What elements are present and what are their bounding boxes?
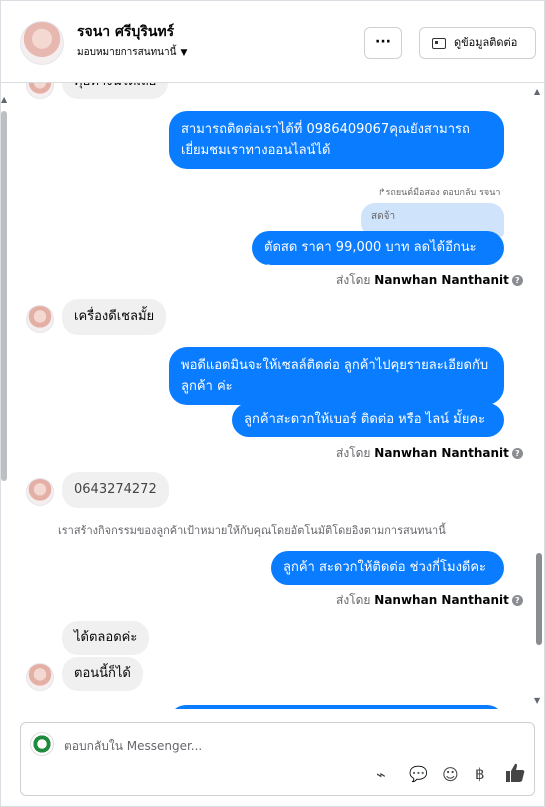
contact-avatar-small: [26, 305, 54, 333]
message-outgoing[interactable]: ลูกค้าสะดวกให้เบอร์ ติดต่อ หรือ ไลน์ มั้…: [232, 403, 504, 437]
contact-name[interactable]: รจนา ศรีบุรินทร์: [77, 21, 174, 43]
contact-card-icon: [432, 38, 446, 49]
message-composer: ตอบกลับใน Messenger... ⌁ 💬 ☺ ฿: [20, 722, 535, 796]
reply-input[interactable]: ตอบกลับใน Messenger...: [64, 737, 202, 756]
message-outgoing-partial[interactable]: [169, 705, 504, 709]
left-scrollbar[interactable]: [1, 111, 7, 481]
attach-icon[interactable]: ⌁: [376, 765, 386, 784]
contact-avatar-small: [26, 83, 54, 99]
sent-by-meta: ส่งโดย Nanwhan Nanthanit?: [336, 444, 523, 463]
sent-by-label: ส่งโดย: [336, 273, 371, 287]
message-incoming-phone[interactable]: 0643274272: [62, 472, 169, 508]
baht-icon[interactable]: ฿: [475, 765, 485, 783]
scroll-up-arrow-icon[interactable]: ▲: [534, 87, 540, 96]
sent-by-meta: ส่งโดย Nanwhan Nanthanit?: [336, 591, 523, 610]
sender-name: Nanwhan Nanthanit: [374, 273, 509, 287]
message-incoming[interactable]: ได้ตลอดค่ะ: [62, 621, 150, 655]
caret-down-icon: ▼: [180, 48, 188, 58]
message-outgoing[interactable]: ตัดสด ราคา 99,000 บาท ลดได้อีกนะคะ: [252, 231, 504, 276]
messenger-conversation: รจนา ศรีบุรินทร์ มอบหมายการสนทนานี้ ▼ ···…: [0, 0, 545, 807]
contact-avatar-small: [26, 663, 54, 691]
message-outgoing[interactable]: พอดีแอดมินจะให้เซลล์ติดต่อ ลูกค้าไปคุยรา…: [169, 347, 504, 405]
page-avatar: [30, 732, 54, 756]
help-icon[interactable]: ?: [511, 275, 523, 286]
view-contact-button[interactable]: ดูข้อมูลติดต่อ: [419, 27, 536, 59]
contact-avatar[interactable]: [20, 21, 64, 65]
sent-by-label: ส่งโดย: [336, 446, 371, 460]
thread-scrollbar[interactable]: [536, 553, 542, 645]
reply-arrow-icon: ↱: [378, 188, 386, 198]
reply-context: ↱รถยนต์มือสอง ตอบกลับ รจนา: [378, 185, 500, 199]
message-outgoing[interactable]: ลูกค้า สะดวกให้ติดต่อ ช่วงกี่โมงดีคะ: [271, 551, 504, 585]
help-icon[interactable]: ?: [511, 595, 523, 606]
sent-by-label: ส่งโดย: [336, 593, 371, 607]
sent-by-meta: ส่งโดย Nanwhan Nanthanit?: [336, 271, 523, 290]
help-icon[interactable]: ?: [511, 448, 523, 459]
message-incoming[interactable]: เครื่องดีเชลมั้ย: [62, 299, 167, 335]
conversation-header: รจนา ศรีบุรินทร์ มอบหมายการสนทนานี้ ▼ ···…: [1, 1, 544, 83]
assign-label: มอบหมายการสนทนานี้: [77, 47, 177, 58]
emoji-icon[interactable]: ☺: [442, 765, 459, 784]
message-incoming[interactable]: ตอนนี้ก็ได้: [62, 657, 143, 691]
scroll-down-arrow-icon[interactable]: ▼: [534, 696, 540, 705]
contact-avatar-small: [26, 478, 54, 506]
reply-context-label: รถยนต์มือสอง ตอบกลับ รจนา: [385, 188, 501, 198]
sender-name: Nanwhan Nanthanit: [374, 593, 509, 607]
assign-conversation[interactable]: มอบหมายการสนทนานี้ ▼: [77, 45, 187, 60]
message-incoming[interactable]: คุยทางนี้ได้เลย: [62, 83, 169, 99]
view-contact-label: ดูข้อมูลติดต่อ: [454, 36, 518, 49]
message-thread[interactable]: ▲ ▲ ▼ คุยทางนี้ได้เลย สามารถติดต่อเราได้…: [1, 83, 544, 709]
like-icon[interactable]: [505, 763, 525, 783]
more-options-button[interactable]: ···: [364, 27, 402, 59]
message-icon[interactable]: 💬: [409, 765, 428, 783]
scroll-up-arrow-icon[interactable]: ▲: [1, 95, 7, 104]
message-outgoing[interactable]: สามารถติดต่อเราได้ที่ 0986409067คุณยังสา…: [169, 111, 504, 169]
system-notice: เราสร้างกิจกรรมของลูกค้าเป้าหมายให้กับคุ…: [58, 524, 446, 537]
sender-name: Nanwhan Nanthanit: [374, 446, 509, 460]
